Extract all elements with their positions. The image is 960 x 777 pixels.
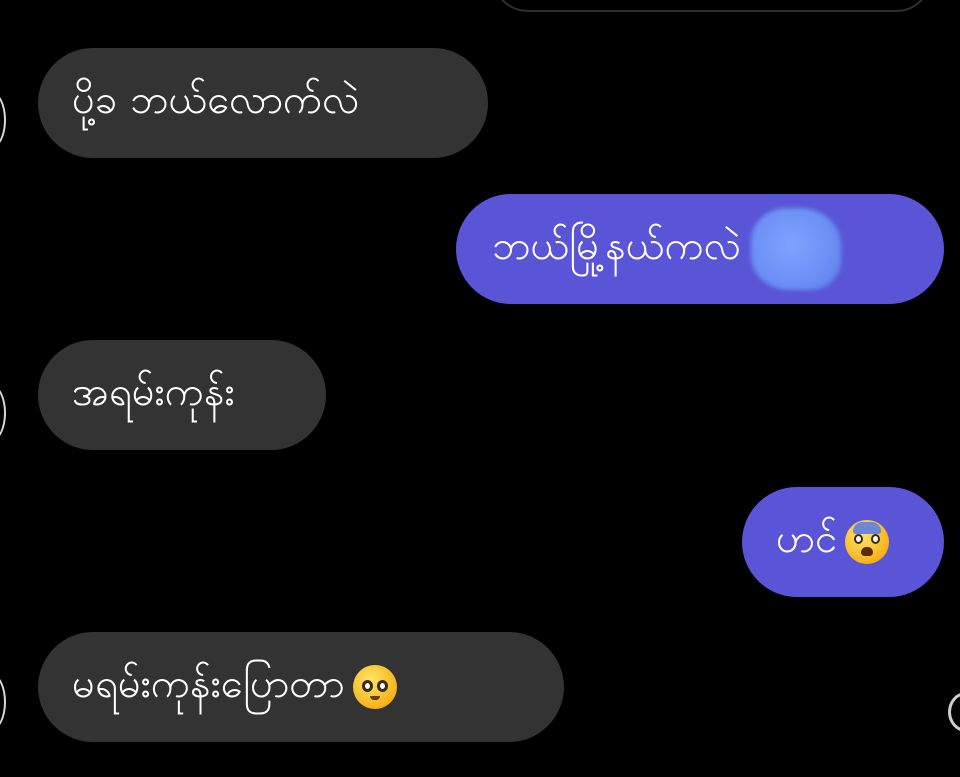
sender-avatar[interactable] <box>0 385 6 441</box>
previous-message-bubble-edge <box>492 0 932 12</box>
incoming-message-bubble[interactable]: အရမ်းကုန်း <box>38 340 326 450</box>
message-text: ပို့ခ ဘယ်လောက်လဲ <box>72 76 360 123</box>
sender-avatar[interactable] <box>0 92 6 148</box>
outgoing-message-bubble[interactable]: ဘယ်မြို့နယ်ကလဲ <box>456 194 944 304</box>
message-text: မရမ်းကုန်းပြောတာ <box>72 660 345 707</box>
message-text: ဘယ်မြို့နယ်ကလဲ <box>492 222 742 269</box>
read-receipt-avatar <box>948 692 960 732</box>
message-text: အရမ်းကုန်း <box>72 368 235 415</box>
sender-avatar[interactable] <box>0 674 6 730</box>
fearful-face-icon <box>845 520 890 564</box>
incoming-message-bubble[interactable]: မရမ်းကုန်းပြောတာ <box>38 632 564 742</box>
pleading-face-icon <box>352 665 397 709</box>
incoming-message-bubble[interactable]: ပို့ခ ဘယ်လောက်လဲ <box>38 48 488 158</box>
message-text: ဟင် <box>776 515 838 562</box>
redacted-sticker-icon <box>751 208 842 290</box>
outgoing-message-bubble[interactable]: ဟင် <box>742 487 944 597</box>
